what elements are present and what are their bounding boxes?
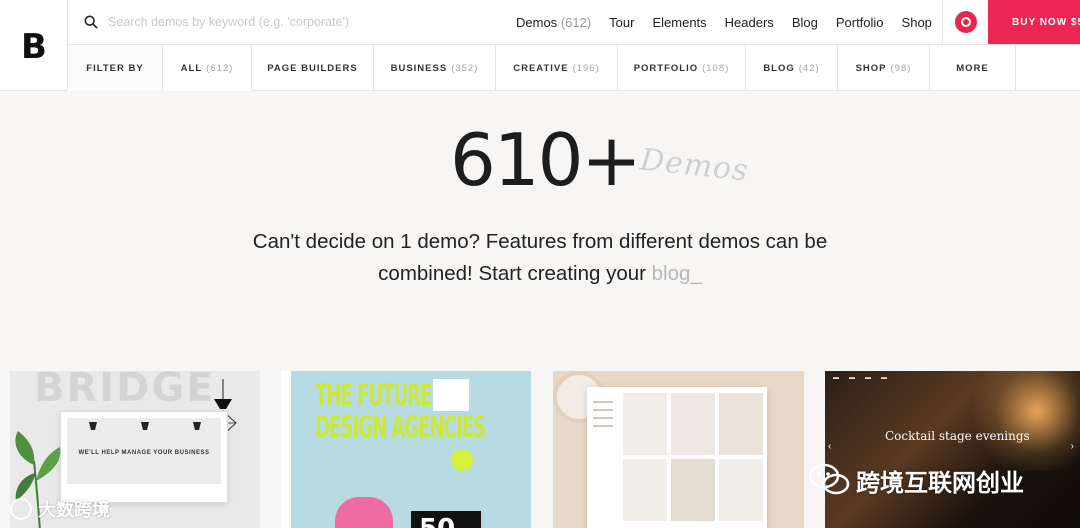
spotlight-icon [89, 422, 201, 430]
search-bar [68, 0, 508, 44]
logo-letter: B [21, 26, 47, 67]
product-thumb [623, 393, 667, 455]
nav-headers[interactable]: Headers [725, 15, 774, 30]
product-thumb [719, 459, 763, 521]
filter-shop-label: SHOP [855, 62, 887, 74]
demo-card-nav: ▬ ▬ ▬ ▬ [833, 375, 897, 381]
hero-subtitle-line2: combined! Start creating your blog_ [220, 258, 860, 290]
shop-page-mockup [587, 387, 767, 528]
hero-subtitle: Can't decide on 1 demo? Features from di… [220, 226, 860, 290]
nav-shop[interactable]: Shop [902, 15, 932, 30]
pink-hat-image [335, 497, 393, 528]
filter-portfolio-count: (108) [702, 62, 730, 74]
nav-demos-label: Demos [516, 14, 558, 30]
typed-word: blog_ [651, 262, 702, 285]
product-grid [623, 393, 763, 521]
filter-blog-label: BLOG [763, 62, 795, 74]
demo-count-heading: 610+ [450, 118, 642, 202]
filter-shop-count: (98) [890, 62, 912, 74]
search-icon [84, 15, 98, 29]
nav-portfolio[interactable]: Portfolio [836, 15, 884, 30]
product-thumb [623, 459, 667, 521]
filter-creative-count: (196) [572, 62, 600, 74]
filter-page-builders[interactable]: PAGE BUILDERS [252, 45, 374, 91]
filter-all-count: (612) [206, 62, 234, 74]
nav-dot: ▬ [881, 375, 887, 381]
filter-bar: FILTER BY ALL (612) PAGE BUILDERS BUSINES… [68, 44, 1080, 91]
demo-card-number: 50 [411, 511, 481, 528]
demo-card-brand-text: BRIDGE [34, 371, 216, 411]
chevron-left-icon[interactable]: ‹ [828, 441, 831, 452]
nav-tour[interactable]: Tour [609, 15, 634, 30]
filter-blog[interactable]: BLOG (42) [746, 45, 838, 91]
search-input[interactable] [108, 15, 488, 29]
filter-shop[interactable]: SHOP (98) [838, 45, 930, 91]
nav-blog[interactable]: Blog [792, 15, 818, 30]
demo-card-tagline: WE'LL HELP MANAGE YOUR BUSINESS [78, 450, 210, 456]
laptop-mockup: WE'LL HELP MANAGE YOUR BUSINESS [60, 411, 228, 503]
watermark-left: 大数跨境 [10, 496, 110, 522]
filter-portfolio-label: PORTFOLIO [633, 62, 699, 74]
nav-dot: ▬ [833, 375, 839, 381]
filter-page-builders-label: PAGE BUILDERS [267, 62, 358, 74]
nav-dot: ▬ [849, 375, 855, 381]
main-nav: Demos (612) Tour Elements Headers Blog P… [516, 0, 950, 44]
notification-icon [954, 11, 977, 33]
filter-business[interactable]: BUSINESS (352) [374, 45, 496, 91]
top-header: B Demos (612) Tour Elements Headers Blog… [0, 0, 1080, 91]
light-glow [965, 371, 1080, 471]
filter-business-count: (352) [451, 62, 479, 74]
filter-by-label: FILTER BY [68, 45, 163, 91]
demo-card-ceramics-shop[interactable] [553, 371, 804, 528]
watermark-right-text: 跨境互联网创业 [856, 469, 1024, 497]
watermark-logo-icon [10, 498, 32, 520]
demo-card-headline-line2: DESIGN AGENCIES [315, 410, 486, 444]
wechat-icon [808, 463, 850, 495]
note-card [433, 379, 469, 411]
demo-card-sidebar [281, 371, 291, 528]
demo-card-title: Cocktail stage evenings [885, 429, 1030, 443]
hero-subtitle-line1: Can't decide on 1 demo? Features from di… [252, 230, 828, 253]
chevron-right-icon[interactable]: › [1071, 441, 1074, 452]
hero-subtitle-line2-text: combined! Start creating your [378, 262, 646, 285]
filter-more[interactable]: MORE [930, 45, 1016, 91]
accent-dot [451, 449, 473, 471]
shop-menu-lines [593, 401, 613, 433]
filter-portfolio[interactable]: PORTFOLIO (108) [618, 45, 746, 91]
buy-now-button[interactable]: BUY NOW $59 [988, 0, 1080, 44]
filter-more-label: MORE [956, 62, 989, 74]
demo-card-design-agency[interactable]: THE FUTURE OF DESIGN AGENCIES 50 [281, 371, 531, 528]
nav-elements[interactable]: Elements [652, 15, 706, 30]
watermark-right: 跨境互联网创业 [808, 462, 1024, 498]
demo-card-headline: THE FUTURE OF DESIGN AGENCIES [315, 378, 486, 444]
demo-card-headline-line1: THE FUTURE OF [315, 378, 463, 412]
logo[interactable]: B [0, 0, 68, 91]
filter-creative[interactable]: CREATIVE (196) [496, 45, 618, 91]
product-thumb [671, 459, 715, 521]
filter-business-label: BUSINESS [390, 62, 448, 74]
nav-demos-count: (612) [560, 14, 592, 30]
product-thumb [719, 393, 763, 455]
watermark-left-text: 大数跨境 [38, 500, 110, 520]
filter-blog-count: (42) [798, 62, 820, 74]
filter-all[interactable]: ALL (612) [163, 45, 252, 91]
product-thumb [671, 393, 715, 455]
demo-card-cocktail-bar[interactable]: ▬ ▬ ▬ ▬ Cocktail stage evenings ‹ › [825, 371, 1080, 528]
nav-dot: ▬ [865, 375, 871, 381]
filter-all-label: ALL [180, 62, 203, 74]
demos-script-label: Demos [638, 142, 751, 189]
notification-button[interactable] [942, 0, 988, 44]
filter-creative-label: CREATIVE [513, 62, 569, 74]
nav-demos[interactable]: Demos (612) [516, 15, 591, 30]
